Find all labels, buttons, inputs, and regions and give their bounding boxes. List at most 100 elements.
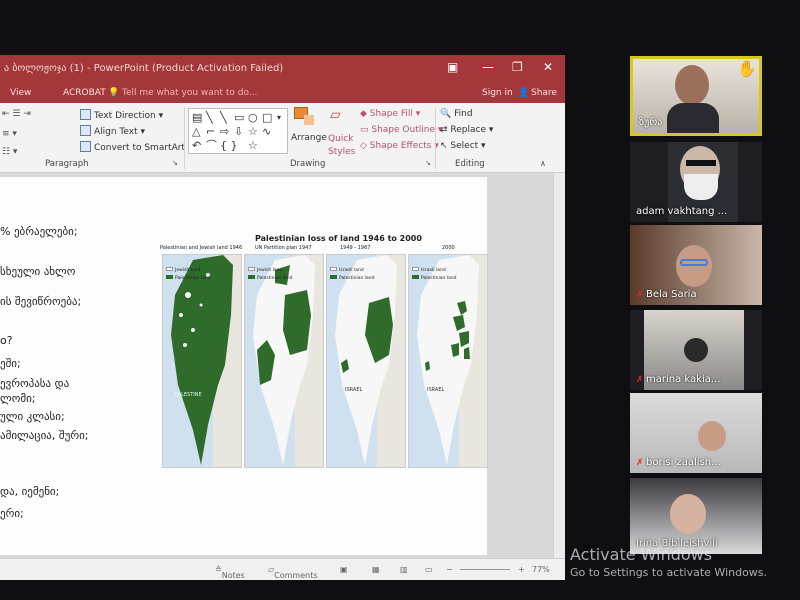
map-panel-1946: Jewish land Palestinian land PALESTINE [162,254,242,468]
glasses [680,259,708,266]
line-spacing-icon[interactable]: ≡ ▾ [2,129,17,139]
arrow-down-shape-icon[interactable]: ⇩ [234,126,243,137]
powerpoint-window: ა ბოლოჟოჯა (1) - PowerPoint (Product Act… [0,55,565,580]
oval-shape-icon[interactable]: ○ [248,112,258,123]
slideshow-icon[interactable]: ▭ [425,565,433,574]
zoom-slider[interactable] [460,569,510,570]
watermark-title: Activate Windows [570,545,713,564]
slide-text-line: ის შევიწროება; [0,295,82,308]
normal-view-icon[interactable]: ▣ [340,565,348,574]
participant-tile[interactable]: adam vakhtang ... [630,142,762,222]
minimize-icon[interactable]: — [482,60,494,74]
select-button[interactable]: ↖ Select ▾ [440,141,486,151]
sign-in-link[interactable]: Sign in [482,88,513,98]
shape-outline-button[interactable]: ▭ Shape Outline ▾ [360,125,442,135]
textbox-shape-icon[interactable]: ▤ [192,112,202,123]
participant-name: marina kakia... [646,374,721,385]
rectangle-shape-icon-2[interactable]: □ [262,112,272,123]
text-direction-button[interactable]: Text Direction ▾ [80,109,163,121]
slide-text-line: და, იემენი; [0,485,60,498]
region-label: PALESTINE [175,392,202,398]
curve-shape-icon-2[interactable]: ⌒ [206,140,217,151]
maximize-icon[interactable]: ❐ [512,60,523,74]
indent-icon[interactable]: ⇤ ☰ ⇥ [2,109,31,119]
close-icon[interactable]: ✕ [543,60,553,74]
participant-tile[interactable]: ✗ Bela Saria [630,225,762,305]
shape-fill-button[interactable]: ◆ Shape Fill ▾ [360,109,420,119]
reading-view-icon[interactable]: ▥ [400,565,408,574]
figure-title: Palestinian loss of land 1946 to 2000 [255,234,422,243]
shape-effects-button[interactable]: ◇ Shape Effects ▾ [360,141,439,151]
collapse-ribbon-icon[interactable]: ∧ [540,159,546,168]
title-bar: ა ბოლოჟოჯა (1) - PowerPoint (Product Act… [0,55,565,83]
legend-item: Israeli land [330,267,364,273]
drawing-launcher-icon[interactable]: ↘ [425,159,431,167]
drawing-group-label: Drawing [290,159,326,169]
participant-tile[interactable]: Irina Bibileishvili [630,478,762,554]
quick-styles-button[interactable]: Quick Styles [328,133,358,159]
elbow-connector-icon[interactable]: ⌐ [206,126,215,137]
comments-button[interactable]: ▱ Comments [268,565,318,580]
slide-text-line: ული კლასი; [0,410,65,423]
notes-button[interactable]: ≙ Notes [215,565,245,580]
line-shape-icon[interactable]: ╲ [206,112,213,123]
paragraph-launcher-icon[interactable]: ↘ [172,159,178,167]
tell-me-box[interactable]: Tell me what you want to do... [122,88,257,98]
participant-tile[interactable]: ✗ marina kakia... [630,310,762,390]
zoom-level[interactable]: 77% [532,565,550,574]
gallery-more-icon[interactable]: ▾ [277,112,281,123]
slide-text-line: ევროპასა და [0,377,70,390]
presenter-icon[interactable]: ▣ [447,60,458,74]
map-2000-svg [409,255,487,467]
align-text-icon [80,125,91,136]
slide-text-line: ერი; [0,507,24,520]
share-button[interactable]: Share [531,88,557,98]
quick-styles-icon: ▱ [330,107,341,123]
watermark-subtitle: Go to Settings to activate Windows. [570,566,768,579]
activate-windows-watermark: Activate Windows Go to Settings to activ… [570,545,767,579]
zoom-out-icon[interactable]: − [446,565,453,574]
slide-sorter-icon[interactable]: ▦ [372,565,380,574]
arrange-button[interactable]: Arrange [291,133,327,143]
line-shape-icon-2[interactable]: ╲ [220,112,227,123]
align-text-button[interactable]: Align Text ▾ [80,125,145,137]
slide-text-line: ეში; [0,357,21,370]
lightbulb-icon: 💡 [108,88,120,98]
triangle-shape-icon[interactable]: △ [192,126,200,137]
vertical-scrollbar[interactable] [553,173,565,558]
arrange-icon [294,107,314,125]
convert-smartart-button[interactable]: Convert to SmartArt ▾ [80,141,192,153]
participant-name: ზურა [639,117,663,128]
participant-tile[interactable]: ✗ borisi zaalish... [630,393,762,473]
share-icon[interactable]: 👤 [518,88,529,98]
participant-tile-active[interactable]: ✋ ზურა [630,56,762,136]
status-bar: ≙ Notes ▱ Comments ▣ ▦ ▥ ▭ − + 77% [0,558,565,580]
legend-item: Palestinian land [330,275,375,281]
map-panel-label: Palestinian and Jewish land 1946 [160,245,243,251]
freeform-shape-icon[interactable]: ↶ [192,140,201,151]
brace-shape-icon[interactable]: { } [220,140,238,151]
replace-button[interactable]: ⇄ Replace ▾ [440,125,493,135]
find-button[interactable]: 🔍 Find [440,109,473,119]
muted-mic-icon: ✗ [636,458,644,468]
divider [184,107,185,169]
zoom-in-icon[interactable]: + [518,565,525,574]
tab-view[interactable]: View [10,88,31,98]
legend-item: Palestinian land [166,275,211,281]
slide-text-line: ამილაცია, შური; [0,429,89,442]
muted-mic-icon: ✗ [636,375,644,385]
slide[interactable]: % ებრაელები; სხეული ახლო ის შევიწროება; … [0,177,488,555]
rectangle-shape-icon[interactable]: ▭ [234,112,244,123]
shapes-gallery[interactable]: ▤ ╲ ╲ ▭ ○ □ △ ⌐ ⇨ ⇩ ☆ ∿ ↶ ⌒ { } ☆ ▾ [188,108,288,154]
columns-icon[interactable]: ☷ ▾ [2,147,17,157]
text-direction-icon [80,109,91,120]
curve-shape-icon[interactable]: ∿ [262,126,271,137]
star-shape-icon-2[interactable]: ☆ [248,140,258,151]
arrow-right-shape-icon[interactable]: ⇨ [220,126,229,137]
star-shape-icon[interactable]: ☆ [248,126,258,137]
cursor-icon: ↖ [440,141,448,151]
tab-acrobat[interactable]: ACROBAT [63,88,106,98]
editing-group-label: Editing [455,159,485,169]
legend-item: Palestinian land [248,275,293,281]
participant-face [675,65,709,105]
